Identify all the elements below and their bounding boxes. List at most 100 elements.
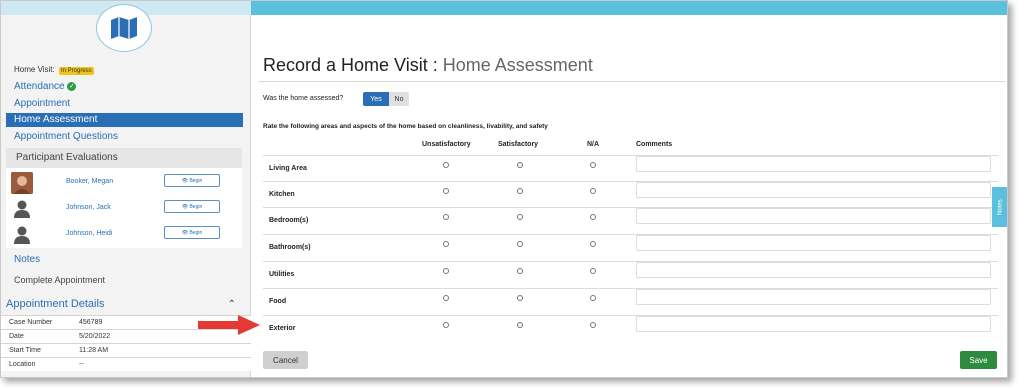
detail-key: Location — [9, 361, 36, 368]
detail-value: -- — [79, 361, 84, 368]
area-label: Food — [269, 298, 287, 305]
save-button[interactable]: Save — [960, 351, 997, 369]
eye-icon: 👁 — [181, 229, 190, 236]
comments-input[interactable] — [636, 182, 991, 198]
satisfactory-radio[interactable] — [517, 214, 523, 220]
begin-button[interactable]: 👁 Begin — [164, 226, 220, 239]
eye-icon: 👁 — [181, 177, 190, 184]
avatar — [11, 172, 33, 194]
home-visit-status: Home Visit: In Progress — [14, 65, 94, 75]
table-row: Bedroom(s) — [263, 207, 998, 233]
detail-value: 456789 — [79, 319, 103, 326]
unsatisfactory-radio[interactable] — [443, 188, 449, 194]
list-item: Johnson, Jack 👁 Begin — [6, 196, 242, 220]
table-row: Bathroom(s) — [263, 234, 998, 260]
home-visit-label: Home Visit: — [14, 65, 55, 74]
list-item: Booker, Megan 👁 Begin — [6, 170, 242, 194]
participant-name[interactable]: Johnson, Heidi — [66, 230, 112, 237]
satisfactory-radio[interactable] — [517, 162, 523, 168]
area-label: Bedroom(s) — [269, 217, 309, 224]
table-row: Utilities — [263, 261, 998, 287]
sidebar-item-appointment[interactable]: Appointment — [14, 98, 70, 109]
notes-tab[interactable]: Notes — [992, 187, 1007, 227]
unsatisfactory-radio[interactable] — [443, 162, 449, 168]
table-row: Kitchen — [263, 181, 998, 207]
unsatisfactory-radio[interactable] — [443, 268, 449, 274]
na-radio[interactable] — [590, 162, 596, 168]
sidebar-item-label: Attendance — [14, 81, 65, 92]
na-radio[interactable] — [590, 214, 596, 220]
unsatisfactory-radio[interactable] — [443, 214, 449, 220]
person-icon — [11, 224, 33, 246]
participant-name[interactable]: Booker, Megan — [66, 178, 113, 185]
appointment-details-header[interactable]: Appointment Details ⌃ — [6, 298, 242, 314]
red-arrow-icon — [198, 315, 260, 335]
yes-button[interactable]: Yes — [363, 92, 389, 106]
begin-button[interactable]: 👁 Begin — [164, 174, 220, 187]
person-icon — [11, 198, 33, 220]
area-label: Utilities — [269, 271, 295, 278]
table-row: Living Area — [263, 155, 998, 181]
unsatisfactory-radio[interactable] — [443, 322, 449, 328]
satisfactory-radio[interactable] — [517, 268, 523, 274]
area-label: Exterior — [269, 325, 296, 332]
satisfactory-radio[interactable] — [517, 322, 523, 328]
begin-button[interactable]: 👁 Begin — [164, 200, 220, 213]
comments-input[interactable] — [636, 208, 991, 224]
appointment-details-title: Appointment Details — [6, 298, 105, 310]
sidebar-item-appointment-questions[interactable]: Appointment Questions — [14, 131, 118, 142]
detail-key: Case Number — [9, 319, 53, 326]
comments-input[interactable] — [636, 235, 991, 251]
table-row: Food — [263, 288, 998, 314]
detail-key: Date — [9, 333, 24, 340]
participant-evaluations-list: Booker, Megan 👁 Begin Johnson, Jack 👁 Be… — [6, 168, 242, 248]
detail-value: 5/20/2022 — [79, 333, 111, 340]
comments-input[interactable] — [636, 289, 991, 305]
status-badge: In Progress — [59, 67, 94, 75]
unsatisfactory-radio[interactable] — [443, 241, 449, 247]
list-item: Johnson, Heidi 👁 Begin — [6, 222, 242, 246]
divider — [258, 81, 1006, 82]
main-content: Record a Home Visit : Home Assessment Wa… — [252, 15, 1007, 377]
satisfactory-radio[interactable] — [517, 241, 523, 247]
map-logo-icon — [96, 4, 152, 52]
column-header-comments: Comments — [636, 141, 673, 148]
na-radio[interactable] — [590, 268, 596, 274]
table-row: Start Time 11:28 AM — [1, 343, 251, 357]
comments-input[interactable] — [636, 262, 991, 278]
na-radio[interactable] — [590, 188, 596, 194]
detail-key: Start Time — [9, 347, 41, 354]
sidebar-item-notes[interactable]: Notes — [14, 254, 40, 265]
sidebar-item-complete-appointment[interactable]: Complete Appointment — [14, 275, 105, 285]
page-title-sub: Home Assessment — [442, 55, 593, 75]
table-row: Location -- — [1, 357, 251, 371]
sidebar-item-attendance[interactable]: Attendance ✓ — [14, 81, 77, 92]
no-button[interactable]: No — [389, 92, 409, 106]
assessed-question: Was the home assessed? — [263, 95, 344, 102]
cancel-button[interactable]: Cancel — [263, 351, 308, 369]
column-header-na: N/A — [587, 141, 600, 148]
table-row: Exterior — [263, 315, 998, 341]
satisfactory-radio[interactable] — [517, 295, 523, 301]
comments-input[interactable] — [636, 156, 991, 172]
sidebar-item-home-assessment[interactable]: Home Assessment — [6, 113, 243, 127]
participant-evaluations-heading: Participant Evaluations — [6, 148, 242, 168]
area-label: Kitchen — [269, 191, 295, 198]
app-window: Home Visit: In Progress Attendance ✓ App… — [0, 0, 1008, 378]
unsatisfactory-radio[interactable] — [443, 295, 449, 301]
eye-icon: 👁 — [181, 203, 190, 210]
na-radio[interactable] — [590, 241, 596, 247]
participant-name[interactable]: Johnson, Jack — [66, 204, 111, 211]
satisfactory-radio[interactable] — [517, 188, 523, 194]
page-title-main: Record a Home Visit : — [263, 55, 438, 75]
assessed-toggle: Yes No — [363, 92, 409, 106]
notes-tab-label: Notes — [997, 199, 1004, 215]
area-label: Living Area — [269, 165, 307, 172]
area-label: Bathroom(s) — [269, 244, 311, 251]
detail-value: 11:28 AM — [79, 347, 109, 354]
na-radio[interactable] — [590, 322, 596, 328]
comments-input[interactable] — [636, 316, 991, 332]
na-radio[interactable] — [590, 295, 596, 301]
rating-instruction: Rate the following areas and aspects of … — [263, 123, 548, 130]
chevron-up-icon[interactable]: ⌃ — [228, 299, 236, 310]
